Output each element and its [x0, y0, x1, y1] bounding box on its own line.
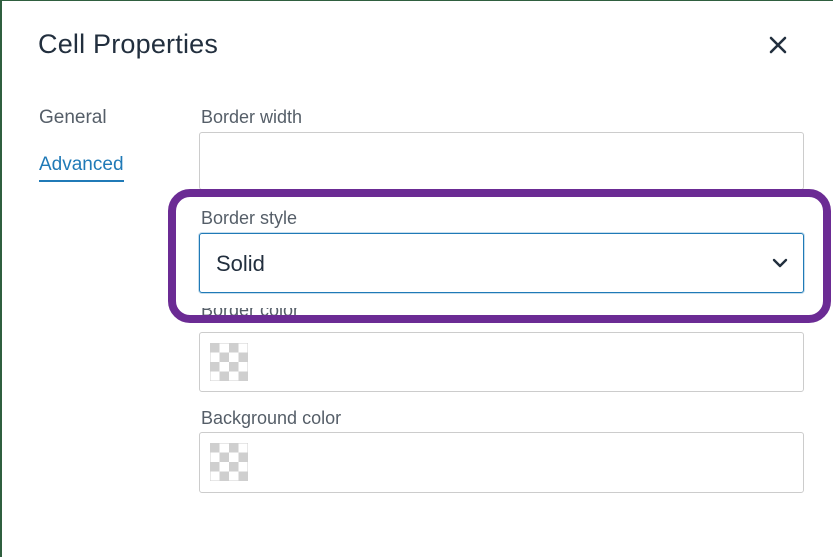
checkerboard-swatch-icon[interactable]	[209, 342, 249, 382]
checkerboard-swatch-icon[interactable]	[209, 442, 249, 482]
chevron-down-icon	[771, 254, 789, 272]
close-icon[interactable]	[764, 31, 792, 59]
tab-general[interactable]: General	[39, 107, 107, 129]
background-color-label: Background color	[201, 408, 342, 428]
cell-properties-dialog: Cell Properties General Advanced Border …	[0, 0, 833, 557]
border-style-label: Border style	[201, 208, 298, 228]
tab-advanced[interactable]: Advanced	[39, 154, 124, 182]
border-style-select[interactable]: Solid	[199, 233, 804, 293]
background-color-input[interactable]	[199, 432, 804, 493]
border-color-input[interactable]	[199, 332, 804, 392]
border-width-label: Border width	[201, 107, 303, 127]
border-style-value: Solid	[216, 251, 265, 276]
border-color-label: Border color	[201, 308, 300, 320]
border-width-input[interactable]	[199, 132, 804, 190]
dialog-title: Cell Properties	[38, 29, 219, 59]
